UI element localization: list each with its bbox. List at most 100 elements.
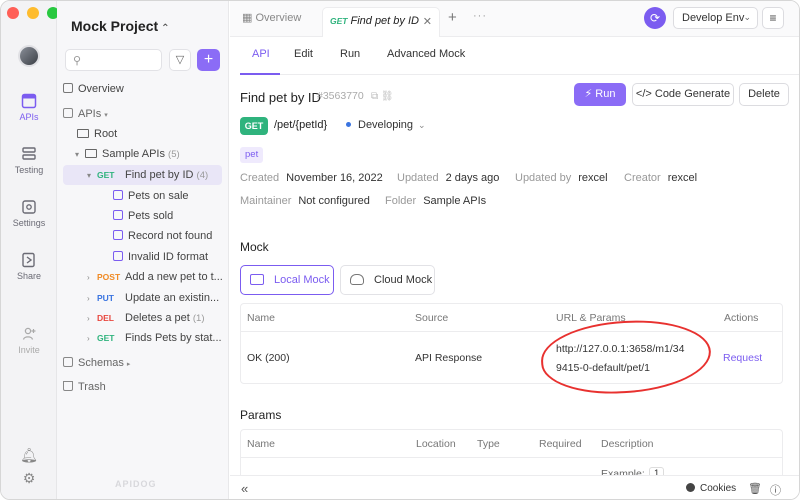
maintainer-meta: Maintainer Not configured xyxy=(240,195,370,207)
sidebar-item-overview[interactable]: Overview xyxy=(63,79,222,99)
meta-value: Sample APIs xyxy=(423,195,487,207)
meta-key: Updated by xyxy=(515,172,572,184)
rail-apis[interactable]: APIs xyxy=(1,93,57,122)
status-select[interactable]: Developing ⌄ xyxy=(346,119,426,131)
button-label: Code Generate xyxy=(654,88,731,100)
sidebar-item-trash[interactable]: Trash xyxy=(63,377,222,397)
local-mock-button[interactable]: Local Mock xyxy=(240,265,334,295)
gear-icon[interactable]: ⚙︎ xyxy=(1,470,57,487)
tab-label: Edit xyxy=(294,48,313,60)
help-icon[interactable]: ⓘ xyxy=(770,482,781,498)
collapse-sidebar-icon[interactable]: « xyxy=(241,481,248,496)
tab-api[interactable]: API xyxy=(252,48,270,60)
delete-button[interactable]: Delete xyxy=(739,83,789,106)
button-label: Delete xyxy=(748,88,780,100)
hamburger-menu-icon[interactable]: ≡ xyxy=(762,7,784,29)
app-window: APIs Testing Settings Share Invite 🔔︎ ⚙︎… xyxy=(0,0,800,500)
meta-value[interactable]: Not configured xyxy=(298,195,370,207)
rail-share[interactable]: Share xyxy=(1,252,57,281)
cloud-icon xyxy=(350,274,364,285)
method-badge: GET xyxy=(240,117,268,135)
add-button[interactable]: + xyxy=(197,49,220,71)
environment-select[interactable]: Develop Env ⌄ xyxy=(673,7,758,29)
project-selector[interactable]: Mock Project ⌃ xyxy=(71,18,170,34)
tab-run[interactable]: Run xyxy=(340,48,360,60)
chevron-down-icon: ⌄ xyxy=(418,120,426,130)
copy-link-icon[interactable]: ⧉ ⛓︎ xyxy=(371,91,394,102)
sidebar-item-add-pet[interactable]: › POST Add a new pet to t... xyxy=(63,267,222,287)
bottom-bar: « Cookies 🗑︎ ⓘ xyxy=(230,475,799,499)
run-button[interactable]: ⚡︎ Run xyxy=(574,83,626,106)
mock-item[interactable]: Record not found xyxy=(63,226,222,246)
chevron-right-icon: › xyxy=(87,294,90,303)
mock-item[interactable]: Invalid ID format xyxy=(63,247,222,267)
method-label: GET xyxy=(97,170,115,180)
apis-tree-icon xyxy=(63,108,73,118)
meta-value: November 16, 2022 xyxy=(286,172,383,184)
more-tabs-icon[interactable]: ··· xyxy=(473,10,487,22)
chevron-right-icon: › xyxy=(87,334,90,343)
sidebar-item-root[interactable]: Root xyxy=(63,124,222,144)
sidebar-item-sample-apis[interactable]: ▾ Sample APIs (5) xyxy=(63,144,222,164)
rail-testing[interactable]: Testing xyxy=(1,146,57,175)
sidebar-item-label: Pets on sale xyxy=(128,190,189,202)
table-header: Name Location Type Required Description xyxy=(241,430,782,458)
window-controls xyxy=(7,7,59,19)
cookies-button[interactable]: Cookies xyxy=(686,483,736,494)
updated-meta: Updated 2 days ago xyxy=(397,172,499,184)
params-table: Name Location Type Required Description … xyxy=(240,429,783,480)
schemas-icon xyxy=(63,357,73,367)
tab-edit[interactable]: Edit xyxy=(294,48,313,60)
new-tab-button[interactable]: + xyxy=(448,9,457,26)
chevron-right-icon: › xyxy=(87,314,90,323)
code-generate-button[interactable]: </> Code Generate xyxy=(632,83,734,106)
mock-item[interactable]: Pets on sale xyxy=(63,186,222,206)
sidebar-item-find-by-status[interactable]: › GET Finds Pets by stat... xyxy=(63,328,222,348)
rail-settings[interactable]: Settings xyxy=(1,199,57,228)
mock-table: Name Source URL & Params Actions OK (200… xyxy=(240,303,783,398)
sidebar-item-apis[interactable]: APIs ▾ xyxy=(63,104,222,124)
share-icon xyxy=(22,252,35,268)
mock-item[interactable]: Pets sold xyxy=(63,206,222,226)
column-header: Source xyxy=(415,312,449,324)
meta-value: rexcel xyxy=(667,172,698,184)
notifications-bell-icon[interactable]: 🔔︎ xyxy=(1,447,57,464)
request-link[interactable]: Request xyxy=(723,352,762,364)
rail-invite[interactable]: Invite xyxy=(1,326,57,355)
chevron-down-icon: ▾ xyxy=(87,171,92,180)
close-window-button[interactable] xyxy=(7,7,19,19)
search-icon: ⚲ xyxy=(73,55,82,67)
created-meta: Created November 16, 2022 xyxy=(240,172,383,184)
rail-testing-label: Testing xyxy=(14,165,44,175)
overview-icon: ▦ xyxy=(242,12,256,24)
trash-icon[interactable]: 🗑︎ xyxy=(748,482,762,495)
folder-icon xyxy=(85,149,97,158)
sidebar-item-update-pet[interactable]: › PUT Update an existin... xyxy=(63,288,222,308)
status-dot xyxy=(346,122,351,127)
filter-button[interactable]: ▽ xyxy=(169,49,191,71)
sidebar-item-label: Find pet by ID xyxy=(125,169,194,181)
filter-icon: ▽ xyxy=(175,54,185,66)
method-label: PUT xyxy=(97,293,114,303)
sidebar-item-schemas[interactable]: Schemas ▸ xyxy=(63,353,222,373)
updated-by-meta: Updated by rexcel xyxy=(515,172,608,184)
cloud-mock-button[interactable]: Cloud Mock xyxy=(340,265,435,295)
tag-badge[interactable]: pet xyxy=(240,147,264,163)
page-title: Find pet by ID xyxy=(240,90,321,105)
params-section-title: Params xyxy=(240,408,282,422)
mock-case-icon xyxy=(113,251,123,261)
minimize-window-button[interactable] xyxy=(27,7,39,19)
close-icon[interactable]: ✕ xyxy=(423,15,432,28)
search-input[interactable]: ⚲ xyxy=(65,49,162,71)
method-label: GET xyxy=(330,16,348,26)
tab-find-pet[interactable]: GET Find pet by ID ✕ xyxy=(322,7,440,37)
meta-key: Updated xyxy=(397,172,439,184)
mock-source: API Response xyxy=(415,352,483,364)
sidebar-item-find-pet[interactable]: ▾ GET Find pet by ID (4) xyxy=(63,165,222,185)
rail-share-label: Share xyxy=(16,271,42,281)
tab-overview[interactable]: ▦ Overview xyxy=(242,11,301,24)
sidebar-item-delete-pet[interactable]: › DEL Deletes a pet (1) xyxy=(63,308,222,328)
tab-advanced-mock[interactable]: Advanced Mock xyxy=(387,48,465,60)
sync-icon[interactable]: ⟳ xyxy=(644,7,666,29)
avatar[interactable] xyxy=(18,45,40,67)
